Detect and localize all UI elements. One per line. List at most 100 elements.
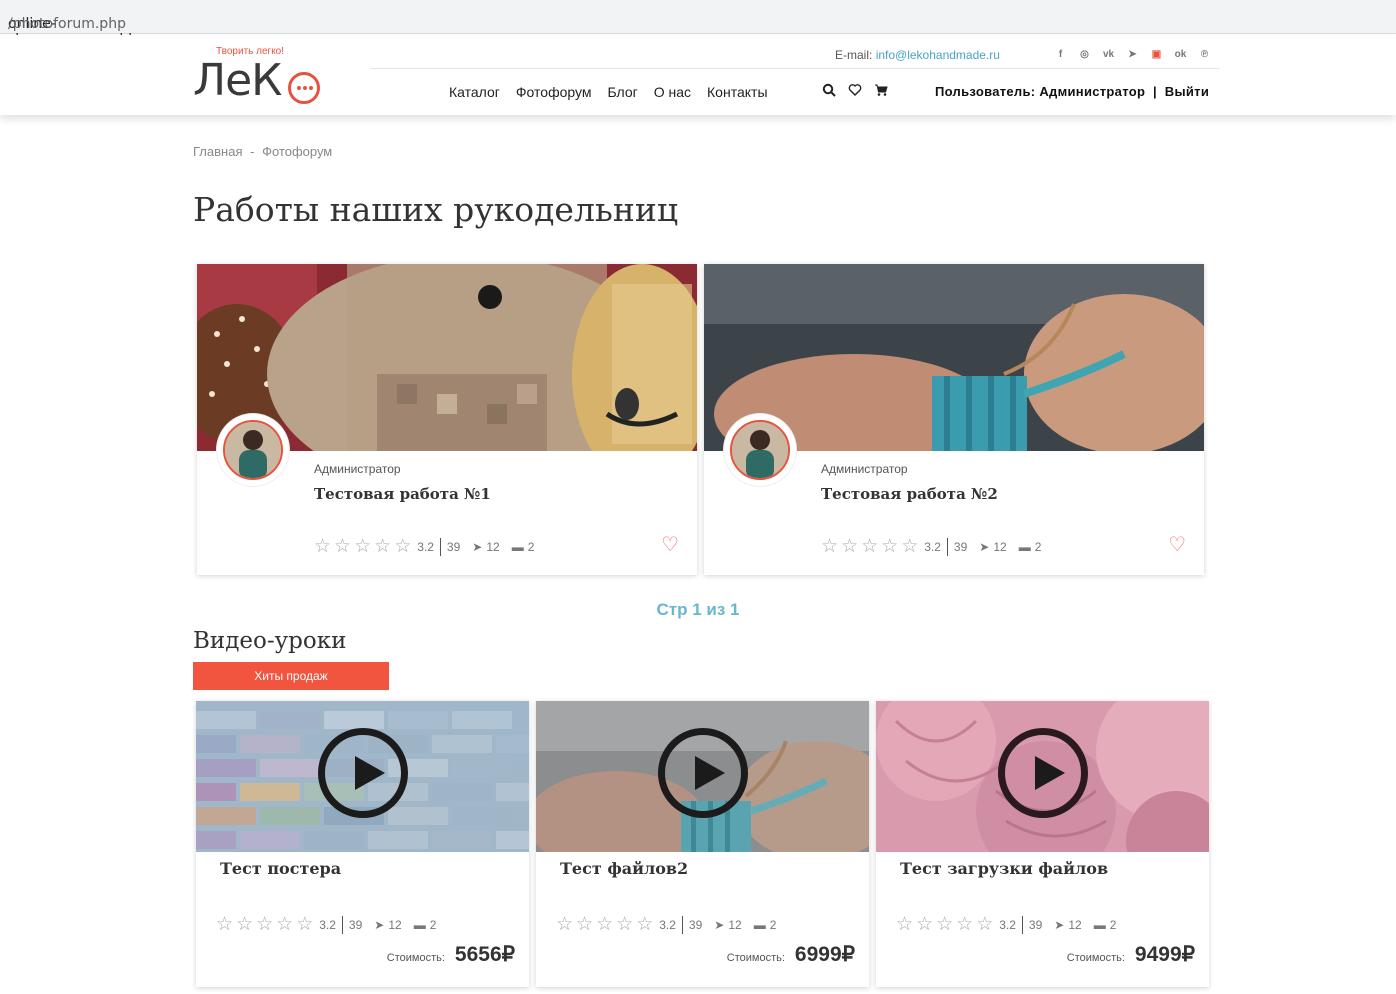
- star-icon[interactable]: ☆: [216, 913, 233, 936]
- star-icon[interactable]: ☆: [841, 535, 858, 558]
- star-icon[interactable]: ☆: [821, 535, 838, 558]
- user-separator: |: [1149, 84, 1161, 99]
- vk-icon[interactable]: vk: [1101, 48, 1116, 62]
- breadcrumb-home[interactable]: Главная: [193, 144, 242, 159]
- wishlist-heart-icon[interactable]: [848, 83, 862, 97]
- card-title[interactable]: Тестовая работа №1: [314, 485, 491, 503]
- cart-icon[interactable]: [874, 83, 888, 97]
- video-title[interactable]: Тест загрузки файлов: [900, 859, 1108, 878]
- email-label: E-mail:: [835, 48, 873, 62]
- page-title: Работы наших рукодельниц: [193, 190, 679, 229]
- video-title[interactable]: Тест файлов2: [560, 859, 688, 878]
- video-card[interactable]: Тест загрузки файлов ☆ ☆ ☆ ☆ ☆ 3.2 39 ➤ 12 ▬ 2…: [876, 701, 1209, 987]
- rating-stars[interactable]: ☆ ☆ ☆ ☆ ☆: [314, 535, 411, 558]
- header-icons: [822, 83, 888, 97]
- star-icon[interactable]: ☆: [616, 913, 633, 936]
- comment-icon[interactable]: ▬: [414, 918, 426, 932]
- share-icon[interactable]: ➤: [1054, 918, 1064, 932]
- facebook-icon[interactable]: f: [1053, 48, 1068, 62]
- telegram-icon[interactable]: ➤: [1125, 48, 1140, 62]
- star-icon[interactable]: ☆: [861, 535, 878, 558]
- rating-stars[interactable]: ☆ ☆ ☆ ☆ ☆: [556, 913, 653, 936]
- star-icon[interactable]: ☆: [956, 913, 973, 936]
- star-icon[interactable]: ☆: [394, 535, 411, 558]
- card-author[interactable]: Администратор: [314, 462, 401, 476]
- social-links: f ◎ vk ➤ ▣ ok ℗: [1053, 48, 1212, 62]
- video-thumbnail[interactable]: [536, 701, 869, 852]
- photo-card[interactable]: Администратор Тестовая работа №2 ☆ ☆ ☆ ☆ ☆ 3…: [704, 264, 1204, 575]
- star-icon[interactable]: ☆: [256, 913, 273, 936]
- star-icon[interactable]: ☆: [236, 913, 253, 936]
- star-icon[interactable]: ☆: [354, 535, 371, 558]
- bestsellers-button[interactable]: Хиты продаж: [193, 662, 389, 690]
- pagination-status: Стр 1 из 1: [656, 600, 740, 619]
- site-logo[interactable]: ЛеК: [193, 59, 282, 103]
- star-icon[interactable]: ☆: [596, 913, 613, 936]
- comment-icon[interactable]: ▬: [1094, 918, 1106, 932]
- views-count: 39: [348, 917, 363, 932]
- url-path: /photoforum.php: [8, 16, 126, 32]
- star-icon[interactable]: ☆: [296, 913, 313, 936]
- star-icon[interactable]: ☆: [936, 913, 953, 936]
- play-icon[interactable]: [998, 728, 1088, 818]
- logout-link[interactable]: Выйти: [1165, 84, 1209, 99]
- breadcrumb-current: Фотофорум: [262, 144, 333, 159]
- browser-url-bar[interactable]: online-shop.название.hhos.ru/photoforum.…: [0, 0, 1396, 48]
- user-label: Пользователь:: [935, 84, 1036, 99]
- star-icon[interactable]: ☆: [374, 535, 391, 558]
- comment-icon[interactable]: ▬: [512, 540, 524, 554]
- star-icon[interactable]: ☆: [556, 913, 573, 936]
- video-thumbnail[interactable]: [196, 701, 529, 852]
- like-heart-icon[interactable]: ♡: [661, 532, 679, 557]
- star-icon[interactable]: ☆: [314, 535, 331, 558]
- card-title[interactable]: Тестовая работа №2: [821, 485, 998, 503]
- play-icon[interactable]: [658, 728, 748, 818]
- rating-stars[interactable]: ☆ ☆ ☆ ☆ ☆: [821, 535, 918, 558]
- share-icon[interactable]: ➤: [374, 918, 384, 932]
- play-icon[interactable]: [318, 728, 408, 818]
- rating-stars[interactable]: ☆ ☆ ☆ ☆ ☆: [216, 913, 313, 936]
- user-name[interactable]: Администратор: [1039, 84, 1145, 99]
- share-icon[interactable]: ➤: [979, 540, 989, 554]
- instagram-icon[interactable]: ◎: [1077, 48, 1092, 62]
- star-icon[interactable]: ☆: [334, 535, 351, 558]
- nav-about[interactable]: О нас: [654, 84, 691, 100]
- share-icon[interactable]: ➤: [714, 918, 724, 932]
- star-icon[interactable]: ☆: [916, 913, 933, 936]
- comment-icon[interactable]: ▬: [1019, 540, 1031, 554]
- card-stats: ☆ ☆ ☆ ☆ ☆ 3.2 39 ➤ 12 ▬ 2: [314, 535, 534, 558]
- author-avatar[interactable]: [724, 414, 796, 486]
- comment-icon[interactable]: ▬: [754, 918, 766, 932]
- pinterest-icon[interactable]: ℗: [1197, 48, 1212, 62]
- nav-catalog[interactable]: Каталог: [449, 84, 500, 100]
- odnoklassniki-icon[interactable]: ok: [1173, 48, 1188, 62]
- star-icon[interactable]: ☆: [976, 913, 993, 936]
- star-icon[interactable]: ☆: [881, 535, 898, 558]
- star-icon[interactable]: ☆: [276, 913, 293, 936]
- nav-photoforum[interactable]: Фотофорум: [516, 84, 592, 100]
- comments-count: 2: [527, 539, 535, 554]
- email-link[interactable]: info@lekohandmade.ru: [876, 48, 1000, 62]
- card-author[interactable]: Администратор: [821, 462, 908, 476]
- nav-contacts[interactable]: Контакты: [707, 84, 767, 100]
- video-thumbnail[interactable]: [876, 701, 1209, 852]
- star-icon[interactable]: ☆: [636, 913, 653, 936]
- video-title[interactable]: Тест постера: [220, 859, 341, 878]
- views-count: 39: [688, 917, 703, 932]
- star-icon[interactable]: ☆: [576, 913, 593, 936]
- youtube-icon[interactable]: ▣: [1149, 48, 1164, 62]
- search-icon[interactable]: [822, 83, 836, 97]
- like-heart-icon[interactable]: ♡: [1168, 532, 1186, 557]
- star-icon[interactable]: ☆: [901, 535, 918, 558]
- nav-blog[interactable]: Блог: [607, 84, 637, 100]
- card-stats: ☆ ☆ ☆ ☆ ☆ 3.2 39 ➤ 12 ▬ 2: [821, 535, 1041, 558]
- rating-stars[interactable]: ☆ ☆ ☆ ☆ ☆: [896, 913, 993, 936]
- price-label: Стоимость:: [1066, 952, 1125, 964]
- photo-card[interactable]: Администратор Тестовая работа №1 ☆ ☆ ☆ ☆ ☆ 3…: [197, 264, 697, 575]
- share-icon[interactable]: ➤: [472, 540, 482, 554]
- star-icon[interactable]: ☆: [896, 913, 913, 936]
- author-avatar[interactable]: [217, 414, 289, 486]
- video-card[interactable]: Тест постера ☆ ☆ ☆ ☆ ☆ 3.2 39 ➤ 12 ▬ 2 Стоимос…: [196, 701, 529, 987]
- video-card[interactable]: Тест файлов2 ☆ ☆ ☆ ☆ ☆ 3.2 39 ➤ 12 ▬ 2 Стоимос…: [536, 701, 869, 987]
- stats-divider: [681, 915, 683, 934]
